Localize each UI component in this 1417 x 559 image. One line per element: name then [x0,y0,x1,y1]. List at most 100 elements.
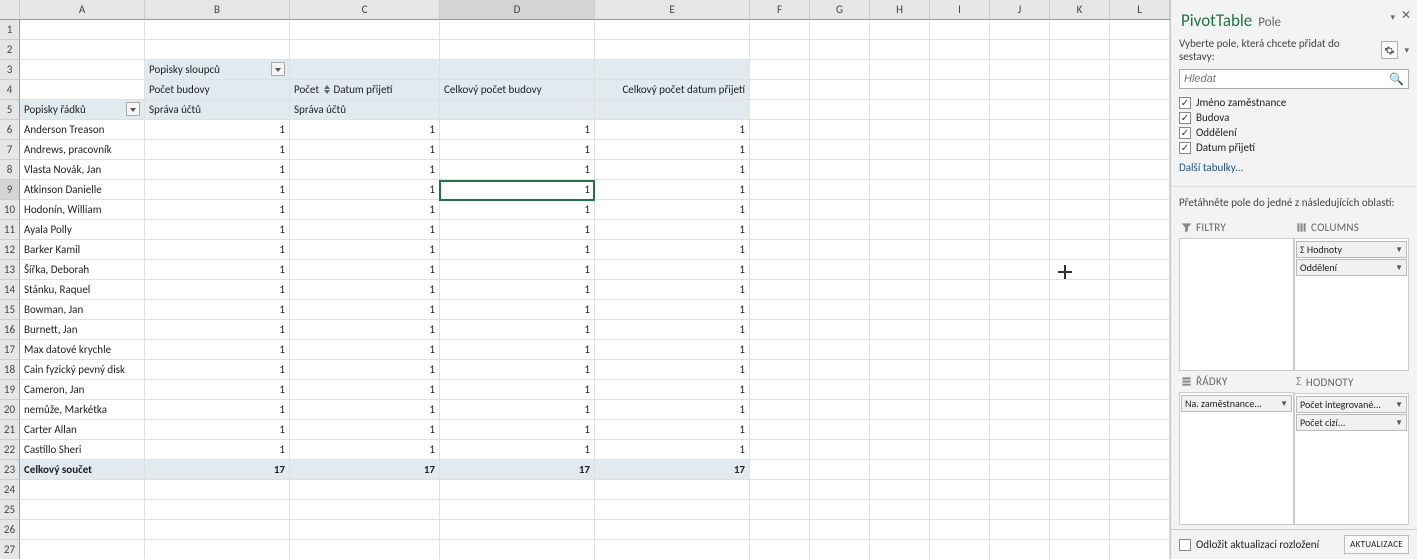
cell[interactable] [870,460,930,480]
cell[interactable] [440,520,595,540]
cell[interactable] [990,460,1050,480]
column-header[interactable]: H [870,0,930,20]
cell[interactable] [870,180,930,200]
cell[interactable] [750,160,810,180]
column-header[interactable]: E [595,0,750,20]
cell[interactable]: 1 [440,160,595,180]
cell[interactable] [810,520,870,540]
cell[interactable]: 1 [145,240,290,260]
cell[interactable]: 1 [440,240,595,260]
cell[interactable]: 1 [290,440,440,460]
close-icon[interactable]: ✕ [1401,8,1411,23]
cell[interactable] [750,40,810,60]
row-header[interactable]: 8 [0,160,20,180]
cell[interactable]: Stánku, Raquel [20,280,145,300]
cell[interactable] [870,100,930,120]
cell[interactable] [290,520,440,540]
row-header[interactable]: 25 [0,500,20,520]
cell[interactable] [810,40,870,60]
cell[interactable] [440,500,595,520]
cell[interactable] [810,80,870,100]
cell[interactable] [1110,480,1170,500]
cell[interactable] [750,540,810,559]
cell[interactable]: 1 [145,360,290,380]
cell[interactable] [930,380,990,400]
cell[interactable] [990,140,1050,160]
cell[interactable] [990,480,1050,500]
chevron-down-icon[interactable]: ▼ [1395,263,1403,273]
cell[interactable]: 1 [595,200,750,220]
cell[interactable]: Popisky řádků [20,100,145,120]
cell[interactable] [145,500,290,520]
cell[interactable]: 1 [145,280,290,300]
cell[interactable] [595,520,750,540]
cell[interactable] [750,180,810,200]
cell[interactable]: 1 [145,220,290,240]
cell[interactable] [870,340,930,360]
cell[interactable]: nemůže, Markétka [20,400,145,420]
cell[interactable] [870,120,930,140]
cell[interactable] [870,480,930,500]
search-field[interactable] [1180,73,1385,85]
column-header[interactable]: B [145,0,290,20]
cell[interactable]: Vlasta Novák, Jan [20,160,145,180]
cell[interactable]: 1 [440,400,595,420]
cell[interactable] [990,360,1050,380]
cell[interactable] [1110,540,1170,559]
cell[interactable]: 1 [145,140,290,160]
cell[interactable]: 1 [595,220,750,240]
cell[interactable]: 1 [145,300,290,320]
cell[interactable] [930,220,990,240]
cell[interactable] [1050,360,1110,380]
defer-layout-checkbox[interactable] [1179,539,1191,551]
cell[interactable] [750,140,810,160]
cell[interactable] [990,440,1050,460]
cell[interactable] [750,80,810,100]
row-header[interactable]: 26 [0,520,20,540]
cell[interactable]: 1 [595,120,750,140]
cell[interactable]: 1 [440,280,595,300]
cell[interactable] [750,20,810,40]
cell[interactable] [1110,200,1170,220]
cell[interactable] [990,540,1050,559]
cell[interactable]: Popisky sloupců [145,60,290,80]
cell[interactable] [990,80,1050,100]
cell[interactable] [1050,40,1110,60]
cell[interactable] [1110,160,1170,180]
cell[interactable] [810,500,870,520]
cell[interactable] [145,480,290,500]
cell[interactable]: 1 [440,260,595,280]
cell[interactable] [595,100,750,120]
cell[interactable] [930,440,990,460]
cell[interactable] [440,100,595,120]
cell[interactable]: Atkinson Danielle [20,180,145,200]
cell[interactable] [750,240,810,260]
cell[interactable] [20,520,145,540]
cell[interactable]: 1 [440,120,595,140]
cell[interactable]: 1 [440,180,595,200]
more-tables-link[interactable]: Další tabulky... [1179,155,1409,180]
cell[interactable] [1110,60,1170,80]
cell[interactable] [990,20,1050,40]
cell[interactable] [990,60,1050,80]
row-header[interactable]: 27 [0,540,20,559]
cell[interactable] [1110,20,1170,40]
column-header[interactable]: K [1050,0,1110,20]
cell[interactable] [1050,380,1110,400]
cell[interactable]: 17 [290,460,440,480]
cell[interactable] [810,160,870,180]
zone-field-pill[interactable]: Oddělení▼ [1296,259,1407,276]
cell[interactable] [870,60,930,80]
cell[interactable]: Andrews, pracovník [20,140,145,160]
cell[interactable]: 1 [440,140,595,160]
cell[interactable] [1110,280,1170,300]
cell[interactable]: 1 [290,360,440,380]
cell[interactable] [810,540,870,559]
cell[interactable]: 1 [290,320,440,340]
cell[interactable]: Počet budovy [145,80,290,100]
cell[interactable] [990,260,1050,280]
cell[interactable] [870,500,930,520]
values-zone[interactable]: ΣHODNOTY Počet integrované...▼Počet cizí… [1294,371,1409,525]
cell[interactable] [595,20,750,40]
cell[interactable] [870,300,930,320]
